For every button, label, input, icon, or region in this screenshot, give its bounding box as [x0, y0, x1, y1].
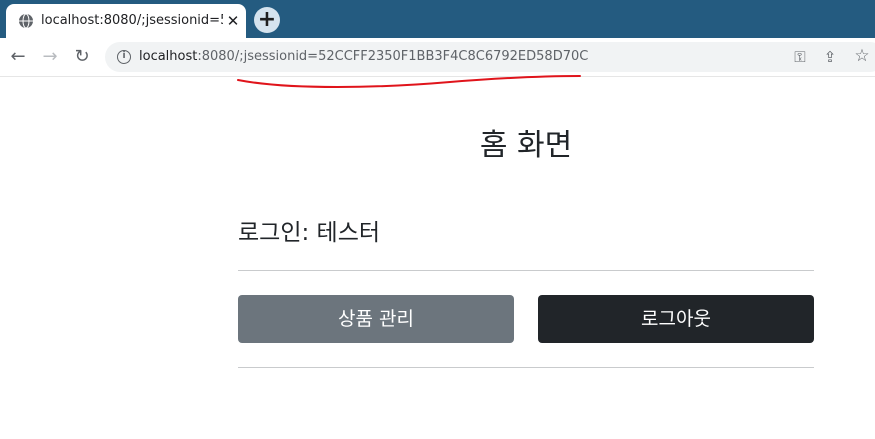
star-icon[interactable]: ☆ — [853, 47, 871, 65]
tab-title: localhost:8080/;jsessionid=52CCFF2350F1B… — [41, 13, 223, 28]
divider — [238, 367, 814, 368]
forward-arrow-icon[interactable]: → — [40, 47, 60, 67]
red-underline-annotation — [237, 75, 581, 88]
url-text[interactable]: localhost:8080/;jsessionid=52CCFF2350F1B… — [139, 48, 588, 66]
close-icon[interactable]: ✕ — [224, 12, 242, 30]
page-title: 홈 화면 — [479, 128, 573, 163]
browser-tab-strip: localhost:8080/;jsessionid=52CCFF2350F1B… — [0, 0, 875, 38]
item-management-button[interactable]: 상품 관리 — [238, 295, 514, 343]
reload-icon[interactable]: ↻ — [72, 47, 92, 67]
address-bar[interactable]: i localhost:8080/;jsessionid=52CCFF2350F… — [105, 42, 875, 72]
key-icon[interactable]: ⚿ — [791, 48, 809, 66]
url-host: localhost — [139, 49, 198, 64]
login-status: 로그인: 테스터 — [238, 220, 381, 246]
divider — [238, 270, 814, 271]
new-tab-button[interactable]: + — [254, 7, 280, 33]
share-icon[interactable]: ⇪ — [821, 48, 839, 66]
info-icon[interactable]: i — [117, 50, 131, 64]
back-arrow-icon[interactable]: ← — [8, 47, 28, 67]
url-path: :8080/;jsessionid=52CCFF2350F1BB3F4C8C67… — [197, 49, 589, 64]
logout-button[interactable]: 로그아웃 — [538, 295, 814, 343]
browser-tab[interactable]: localhost:8080/;jsessionid=52CCFF2350F1B… — [6, 4, 246, 38]
globe-icon — [18, 13, 34, 29]
